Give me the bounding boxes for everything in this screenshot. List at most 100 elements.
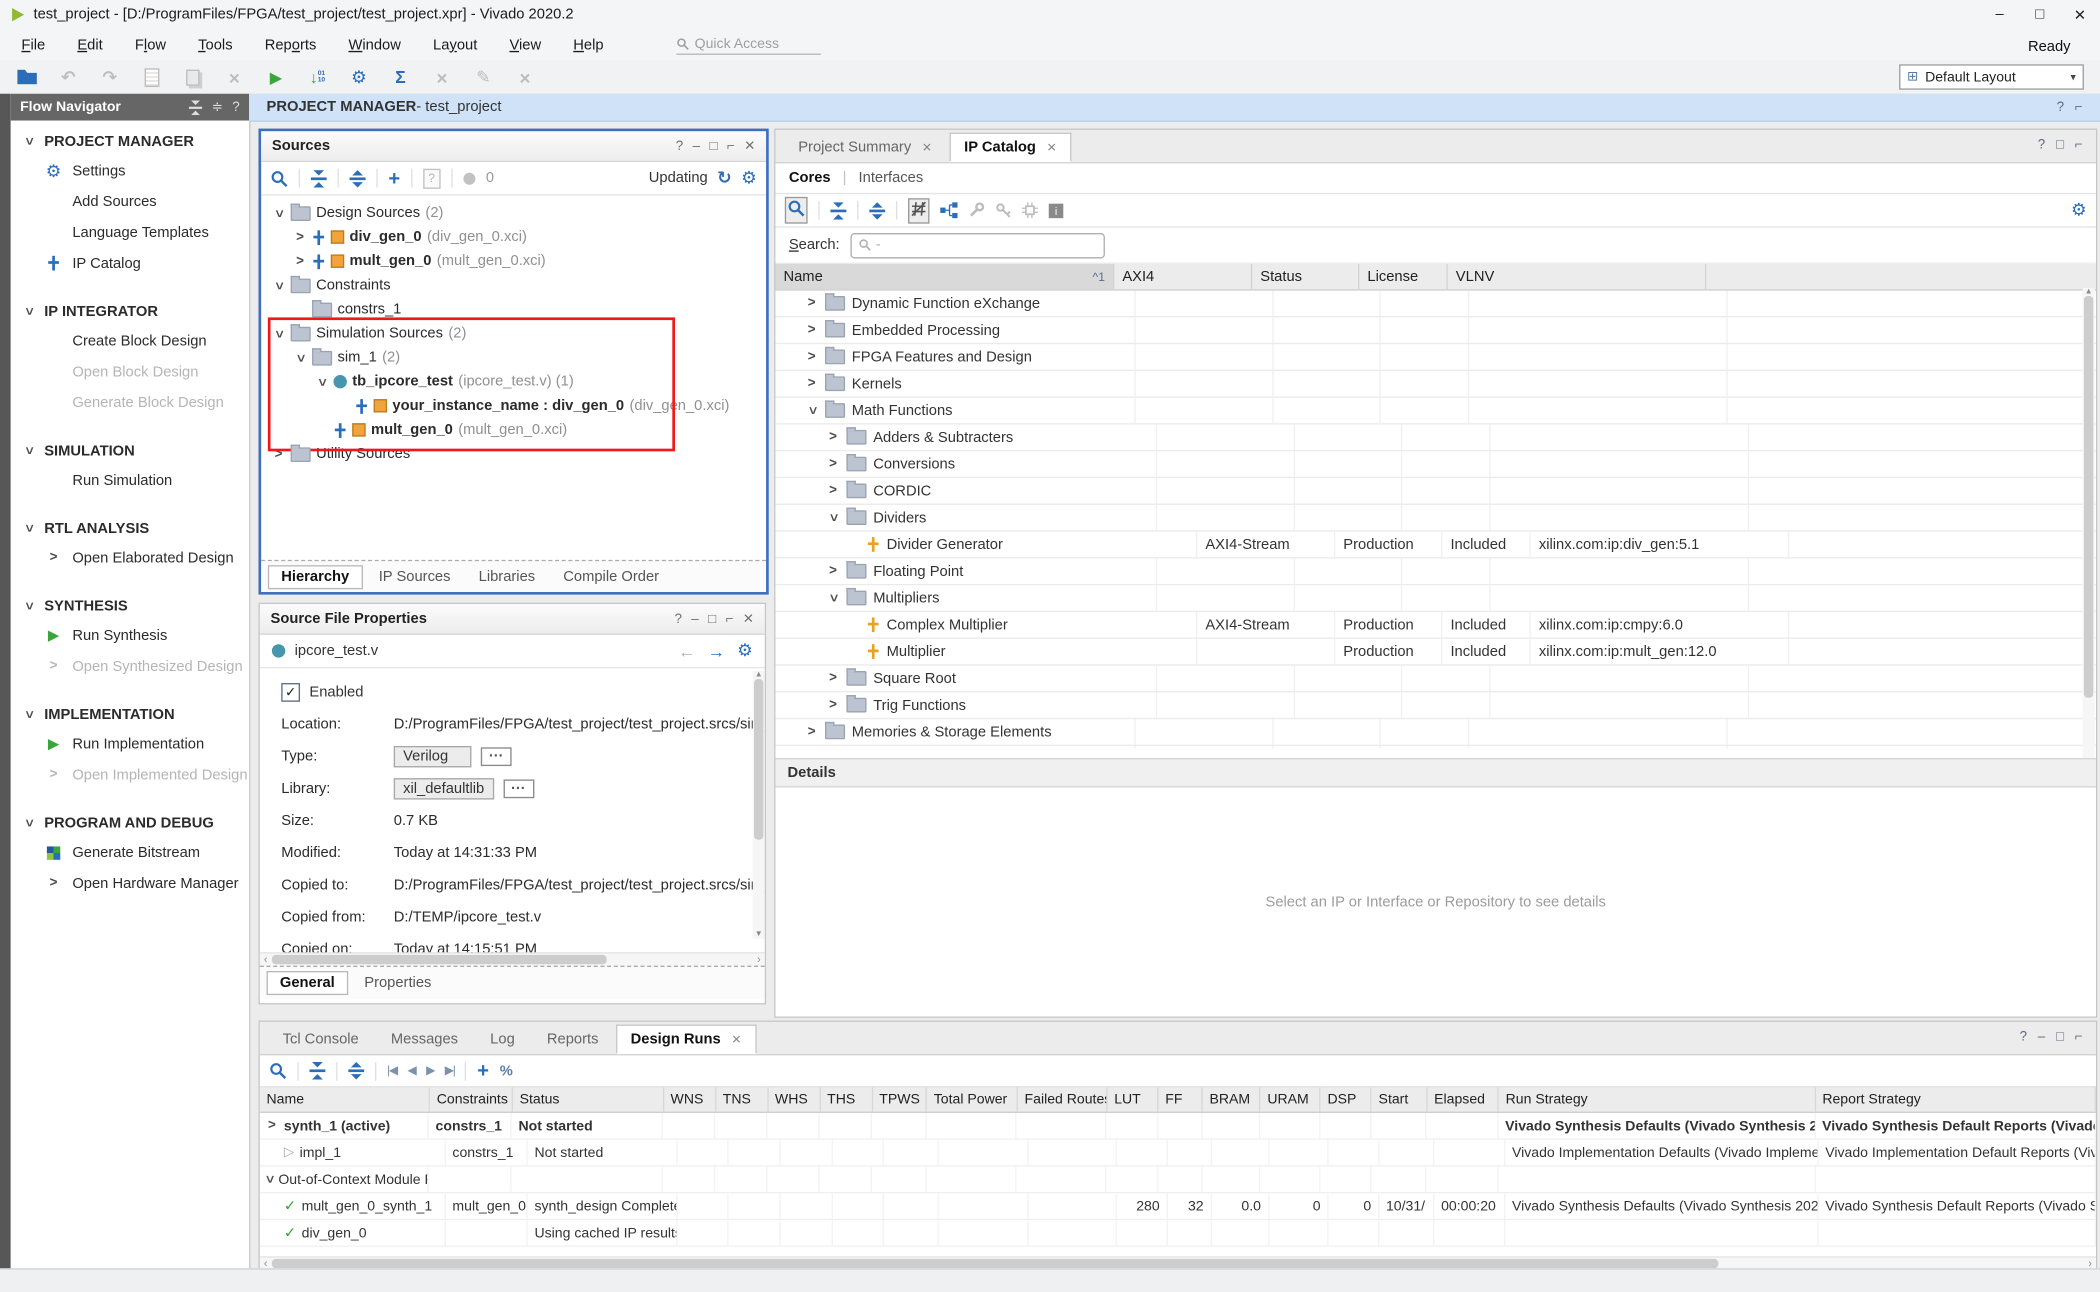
column-header-bram[interactable]: BRAM bbox=[1203, 1087, 1261, 1111]
ellipsis-button[interactable]: ··· bbox=[503, 779, 534, 798]
source-tree-row[interactable]: >Constraints bbox=[261, 273, 766, 297]
close-icon[interactable]: ✕ bbox=[1047, 140, 1057, 155]
close-button[interactable]: ✕ bbox=[2060, 6, 2100, 23]
help-icon[interactable]: ? bbox=[232, 100, 239, 115]
tab-project-summary[interactable]: Project Summary✕ bbox=[783, 133, 946, 162]
maximize-icon[interactable]: □ bbox=[2056, 138, 2064, 153]
settings-slider-icon[interactable]: ≑ bbox=[212, 100, 223, 115]
run-icon[interactable]: ▶ bbox=[265, 66, 286, 87]
column-header-name[interactable]: Name^1 bbox=[775, 264, 1114, 289]
expander-icon[interactable]: > bbox=[826, 430, 839, 445]
tab-ip-sources[interactable]: IP Sources bbox=[367, 567, 463, 588]
sidebar-item-settings[interactable]: ⚙Settings bbox=[11, 155, 249, 186]
expander-icon[interactable]: > bbox=[826, 511, 841, 524]
design-run-row[interactable]: ✓div_gen_0Using cached IP results bbox=[260, 1220, 2096, 1247]
sidebar-section-header[interactable]: >IMPLEMENTATION bbox=[11, 700, 249, 728]
float-icon[interactable]: ⌐ bbox=[726, 611, 734, 626]
ip-table-row[interactable]: >Adders & Subtracters bbox=[775, 425, 2096, 452]
delete-icon[interactable]: × bbox=[224, 66, 245, 87]
menu-file[interactable]: File bbox=[5, 33, 61, 57]
source-tree-row[interactable]: >Utility Sources bbox=[261, 442, 766, 466]
copy-icon[interactable] bbox=[182, 66, 203, 87]
run-first-icon[interactable]: |◀ bbox=[387, 1063, 397, 1078]
ip-table-row[interactable]: >CORDIC bbox=[775, 478, 2096, 505]
expander-icon[interactable]: > bbox=[272, 447, 285, 462]
ip-table-row[interactable]: >Kernels bbox=[775, 371, 2096, 398]
tab-general[interactable]: General bbox=[267, 971, 349, 995]
minimize-icon[interactable]: – bbox=[691, 611, 698, 626]
collapse-all-icon[interactable] bbox=[189, 100, 202, 115]
sidebar-item-open-elaborated-design[interactable]: >Open Elaborated Design bbox=[11, 542, 249, 573]
close-icon[interactable]: ✕ bbox=[744, 139, 755, 154]
open-project-icon[interactable] bbox=[16, 66, 37, 87]
expander-icon[interactable]: > bbox=[21, 522, 36, 535]
source-tree-row[interactable]: >mult_gen_0(mult_gen_0.xci) bbox=[261, 249, 766, 273]
help-icon[interactable]: ? bbox=[2038, 138, 2045, 153]
percent-icon[interactable]: % bbox=[500, 1063, 513, 1079]
horizontal-scrollbar[interactable]: ‹ › bbox=[260, 952, 765, 965]
expander-icon[interactable]: > bbox=[826, 483, 839, 498]
tab-design-runs[interactable]: Design Runs✕ bbox=[616, 1025, 756, 1054]
vertical-scrollbar[interactable]: ▲▼ bbox=[753, 671, 765, 939]
column-header-report-strategy[interactable]: Report Strategy bbox=[1816, 1087, 2096, 1111]
ip-table-row[interactable]: >Trig Functions bbox=[775, 692, 2096, 719]
hierarchy-icon[interactable] bbox=[940, 202, 957, 218]
menu-view[interactable]: View bbox=[493, 33, 557, 57]
menu-layout[interactable]: Layout bbox=[417, 33, 493, 57]
run-next-icon[interactable]: ▶| bbox=[445, 1063, 455, 1078]
help-icon[interactable]: ? bbox=[2057, 100, 2064, 115]
float-icon[interactable]: ⌐ bbox=[2075, 138, 2083, 153]
expander-icon[interactable]: > bbox=[271, 206, 286, 219]
tab-tcl-console[interactable]: Tcl Console bbox=[268, 1025, 374, 1054]
sidebar-item-generate-bitstream[interactable]: Generate Bitstream bbox=[11, 837, 249, 868]
file-icon[interactable] bbox=[141, 66, 162, 87]
help-icon[interactable]: ? bbox=[2020, 1030, 2027, 1045]
sidebar-section-header[interactable]: >SYNTHESIS bbox=[11, 592, 249, 620]
minimize-icon[interactable]: – bbox=[693, 139, 700, 154]
tab-ip-catalog[interactable]: IP Catalog✕ bbox=[949, 133, 1071, 162]
tab-compile-order[interactable]: Compile Order bbox=[551, 567, 671, 588]
sidebar-section-header[interactable]: >SIMULATION bbox=[11, 437, 249, 465]
search-icon[interactable] bbox=[785, 197, 808, 224]
menu-reports[interactable]: Reports bbox=[249, 33, 333, 57]
field-value-input[interactable]: Verilog bbox=[394, 746, 472, 767]
subtab-interfaces[interactable]: Interfaces bbox=[859, 170, 924, 186]
float-icon[interactable]: ⌐ bbox=[2075, 100, 2083, 115]
ip-table-row[interactable]: Complex Multiplier AXI4-Stream Productio… bbox=[775, 612, 2096, 639]
expander-icon[interactable]: > bbox=[47, 550, 60, 565]
tab-properties[interactable]: Properties bbox=[352, 972, 443, 993]
expander-icon[interactable]: > bbox=[293, 254, 306, 269]
discard-icon[interactable]: × bbox=[514, 66, 535, 87]
ip-table-row[interactable]: >Math Functions bbox=[775, 398, 2096, 425]
settings-gear-icon[interactable]: ⚙ bbox=[741, 167, 757, 188]
column-header-total-power[interactable]: Total Power bbox=[927, 1087, 1018, 1111]
column-header-tpws[interactable]: TPWS bbox=[873, 1087, 927, 1111]
sidebar-section-header[interactable]: >PROGRAM AND DEBUG bbox=[11, 809, 249, 837]
file-question-icon[interactable]: ? bbox=[423, 168, 440, 188]
collapse-all-icon[interactable] bbox=[309, 1062, 325, 1079]
enabled-checkbox[interactable]: ✓ bbox=[281, 683, 300, 702]
ip-table-row[interactable]: >Partial Reconfiguration bbox=[775, 746, 2096, 749]
vertical-scrollbar[interactable]: ▲▼ bbox=[2083, 288, 2095, 773]
sidebar-item-open-hardware-manager[interactable]: >Open Hardware Manager bbox=[11, 868, 249, 899]
ip-table-row[interactable]: >Embedded Processing bbox=[775, 317, 2096, 344]
sidebar-item-open-synthesized-design[interactable]: >Open Synthesized Design bbox=[11, 651, 249, 682]
expander-icon[interactable]: > bbox=[262, 1175, 277, 1183]
abort-icon[interactable]: × bbox=[431, 66, 452, 87]
expander-icon[interactable]: > bbox=[21, 135, 36, 148]
expander-icon[interactable]: > bbox=[47, 659, 60, 674]
float-icon[interactable]: ⌐ bbox=[727, 139, 735, 154]
source-tree-row[interactable]: >mult_gen_0(mult_gen_0.xci) bbox=[261, 418, 766, 442]
expander-icon[interactable]: > bbox=[314, 375, 329, 388]
ip-table-row[interactable]: >Floating Point bbox=[775, 558, 2096, 585]
maximize-icon[interactable]: □ bbox=[708, 611, 716, 626]
ellipsis-button[interactable]: ··· bbox=[481, 747, 512, 766]
column-header-lut[interactable]: LUT bbox=[1108, 1087, 1159, 1111]
column-header-elapsed[interactable]: Elapsed bbox=[1427, 1087, 1498, 1111]
menu-tools[interactable]: Tools bbox=[182, 33, 249, 57]
back-arrow-icon[interactable]: ← bbox=[678, 641, 695, 661]
search-icon[interactable] bbox=[269, 1062, 286, 1079]
design-run-row[interactable]: ✓mult_gen_0_synth_1mult_gen_0synth_desig… bbox=[260, 1193, 2096, 1220]
expander-icon[interactable]: > bbox=[826, 671, 839, 686]
ip-table-row[interactable]: Multiplier Production Included xilinx.co… bbox=[775, 639, 2096, 666]
